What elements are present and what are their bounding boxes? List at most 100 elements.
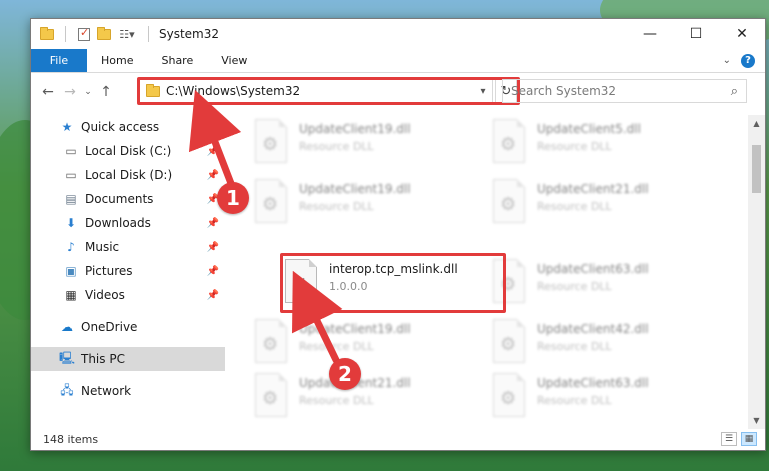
list-item[interactable]: ⚙ UpdateClient42.dll Resource DLL	[493, 319, 713, 375]
sidebar-item-documents[interactable]: ▤ Documents 📌	[31, 187, 225, 211]
up-button[interactable]: ↑	[95, 80, 117, 104]
sidebar-item-downloads[interactable]: ⬇ Downloads 📌	[31, 211, 225, 235]
list-item[interactable]: ⚙ UpdateClient19.dll Resource DLL	[255, 119, 475, 175]
dll-file-icon: ⚙	[493, 319, 525, 363]
sidebar-item-label: Videos	[85, 288, 125, 302]
sidebar-item-label: Downloads	[85, 216, 151, 230]
list-item[interactable]: ⚙ UpdateClient19.dll Resource DLL	[255, 319, 475, 375]
minimize-button[interactable]: —	[627, 19, 673, 49]
quick-access-toolbar: ☷▾ System32	[31, 26, 219, 42]
music-icon: ♪	[67, 240, 75, 254]
sidebar-item-network[interactable]: 🖧 Network	[31, 379, 225, 403]
sidebar-item-label: Network	[81, 384, 132, 398]
scroll-down-icon[interactable]: ▼	[748, 412, 765, 429]
new-folder-icon[interactable]	[96, 26, 112, 42]
documents-icon: ▤	[65, 192, 77, 206]
file-list: ⚙ UpdateClient19.dll Resource DLL ⚙ Updat…	[235, 115, 747, 429]
file-description: Resource DLL	[299, 140, 374, 153]
file-description: Resource DLL	[537, 140, 612, 153]
file-description: Resource DLL	[299, 394, 374, 407]
dll-file-icon: ⚙	[255, 319, 287, 363]
divider	[148, 26, 149, 42]
file-name: UpdateClient63.dll	[537, 376, 649, 390]
search-placeholder: Search System32	[511, 84, 617, 98]
address-bar[interactable]: C:\Windows\System32 ▾	[139, 79, 493, 103]
search-input[interactable]: Search System32 ⌕	[502, 79, 747, 103]
file-name: interop.tcp_mslink.dll	[329, 262, 458, 276]
vertical-scrollbar[interactable]: ▲ ▼	[748, 115, 765, 429]
folder-icon[interactable]	[39, 26, 55, 42]
list-item[interactable]: ⚙ UpdateClient21.dllResource DLL	[255, 373, 475, 429]
list-item-target-dll[interactable]: ⚙ interop.tcp_mslink.dll 1.0.0.0	[285, 259, 505, 315]
file-description: Resource DLL	[537, 200, 612, 213]
dll-file-icon: ⚙	[493, 259, 525, 303]
address-row: ← → ⌄ ↑ C:\Windows\System32 ▾ ↻ Search S…	[31, 77, 765, 107]
file-name: UpdateClient19.dll	[299, 182, 411, 196]
tab-home[interactable]: Home	[87, 49, 147, 72]
sidebar-item-label: Documents	[85, 192, 154, 206]
sidebar-item-pictures[interactable]: ▣ Pictures 📌	[31, 259, 225, 283]
file-name: UpdateClient63.dll	[537, 262, 649, 276]
tab-file[interactable]: File	[31, 49, 87, 72]
window-title: System32	[159, 27, 220, 41]
sidebar-item-this-pc[interactable]: 🖳 This PC	[31, 347, 225, 371]
scroll-thumb[interactable]	[752, 145, 761, 193]
sidebar-item-label: Local Disk (D:)	[85, 168, 173, 182]
file-description: Resource DLL	[537, 340, 612, 353]
tab-view[interactable]: View	[207, 49, 261, 72]
pin-icon: 📌	[206, 241, 219, 253]
scroll-up-icon[interactable]: ▲	[748, 115, 765, 132]
star-icon: ★	[61, 120, 73, 134]
list-item[interactable]: ⚙ UpdateClient19.dll Resource DLL	[255, 179, 475, 235]
dll-file-icon: ⚙	[255, 179, 287, 223]
view-toggle: ☰ ▦	[721, 432, 765, 446]
dll-file-icon: ⚙	[493, 373, 525, 417]
drive-icon: ▭	[65, 144, 77, 158]
list-item[interactable]: ⚙ UpdateClient63.dll Resource DLL	[493, 373, 713, 429]
pin-icon: 📌	[206, 289, 219, 301]
list-item[interactable]: ⚙ UpdateClient21.dllResource DLL	[493, 179, 713, 235]
title-bar: ☷▾ System32 — ☐ ✕	[31, 19, 765, 49]
sidebar-item-label: Music	[85, 240, 120, 254]
ribbon-right: ⌄ ?	[723, 49, 765, 72]
file-description: Resource DLL	[537, 394, 612, 407]
list-item[interactable]: ⚙ UpdateClient63.dll Resource DLL	[493, 259, 713, 315]
list-item[interactable]: ⚙ UpdateClient5.dll Resource DLL	[493, 119, 713, 175]
file-name: UpdateClient5.dll	[537, 122, 641, 136]
sidebar-item-quick-access[interactable]: ★ Quick access	[31, 115, 225, 139]
sidebar-item-onedrive[interactable]: ☁ OneDrive	[31, 315, 225, 339]
pin-icon: 📌	[206, 169, 219, 181]
maximize-button[interactable]: ☐	[673, 19, 719, 49]
address-path: C:\Windows\System32	[166, 84, 301, 98]
drive-icon: ▭	[65, 168, 77, 182]
sidebar-item-label: Pictures	[85, 264, 133, 278]
sidebar-item-music[interactable]: ♪ Music 📌	[31, 235, 225, 259]
expand-ribbon-icon[interactable]: ⌄	[723, 55, 731, 66]
explorer-window: ☷▾ System32 — ☐ ✕ File Home Share View ⌄…	[30, 18, 766, 451]
dll-file-icon: ⚙	[285, 259, 317, 303]
dll-file-icon: ⚙	[255, 373, 287, 417]
tab-share[interactable]: Share	[147, 49, 207, 72]
recent-locations-button[interactable]: ⌄	[81, 80, 95, 104]
sidebar-item-local-disk-d[interactable]: ▭ Local Disk (D:) 📌	[31, 163, 225, 187]
properties-icon[interactable]	[76, 26, 92, 42]
details-view-icon[interactable]: ☰	[721, 432, 737, 446]
item-count: 148 items	[43, 432, 99, 446]
forward-button[interactable]: →	[59, 80, 81, 104]
folder-icon	[146, 83, 160, 97]
callout-badge-1: 1	[217, 182, 249, 214]
divider	[65, 26, 66, 42]
address-dropdown-icon[interactable]: ▾	[474, 86, 492, 97]
file-description: Resource DLL	[299, 200, 374, 213]
customize-toolbar-icon[interactable]: ☷▾	[116, 26, 138, 42]
file-version: 1.0.0.0	[329, 280, 368, 293]
sidebar-item-videos[interactable]: ▦ Videos 📌	[31, 283, 225, 307]
back-button[interactable]: ←	[37, 80, 59, 104]
close-button[interactable]: ✕	[719, 19, 765, 49]
sidebar-item-local-disk-c[interactable]: ▭ Local Disk (C:) 📌	[31, 139, 225, 163]
file-description: Resource DLL	[537, 280, 612, 293]
help-icon[interactable]: ?	[741, 53, 755, 68]
large-icons-view-icon[interactable]: ▦	[741, 432, 757, 446]
sidebar-item-label: Quick access	[81, 120, 160, 134]
cloud-icon: ☁	[61, 320, 73, 334]
